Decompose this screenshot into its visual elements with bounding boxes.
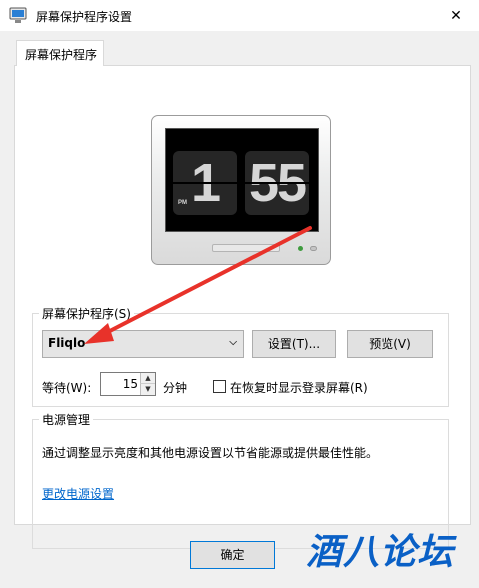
window-title: 屏幕保护程序设置 [36,10,133,24]
change-power-settings-link[interactable]: 更改电源设置 [42,485,114,502]
flip-card-hour: 1 PM [173,151,237,215]
close-button[interactable]: ✕ [433,0,479,31]
wait-minutes-stepper[interactable]: 15 ▲ ▼ [100,372,156,396]
watermark-logo: 酒八论坛 [306,532,455,573]
preview-screen: 1 PM 55 [165,128,319,232]
minutes-unit-label: 分钟 [163,381,188,395]
screensaver-group-label: 屏幕保护程序(S) [39,305,134,322]
resume-logon-checkbox[interactable] [213,380,226,393]
ampm-label: PM [178,200,187,206]
preview-button[interactable]: 预览(V) [347,330,433,358]
spin-down-icon[interactable]: ▼ [140,384,155,395]
settings-button[interactable]: 设置(T)... [252,330,336,358]
tab-panel: 1 PM 55 屏幕保护程序(S) Fliqlo ⌵ 设置(T)... 预览(V… [14,65,471,549]
tab-screensaver[interactable]: 屏幕保护程序 [16,40,104,66]
resume-logon-label[interactable]: 在恢复时显示登录屏幕(R) [230,379,368,396]
wait-label: 等待(W): [42,381,92,395]
screensaver-selected-value: Fliqlo [48,336,86,350]
ok-button[interactable]: 确定 [190,541,275,569]
screensaver-select[interactable]: Fliqlo ⌵ [42,330,244,358]
monitor-button-icon [310,246,317,251]
power-description: 通过调整显示亮度和其他电源设置以节省能源或提供最佳性能。 [42,446,379,460]
minute-digit: 55 [248,153,307,213]
power-group-label: 电源管理 [39,411,94,428]
title-bar: 屏幕保护程序设置 ✕ [0,0,479,31]
tab-label: 屏幕保护程序 [25,48,98,62]
monitor-preview: 1 PM 55 [151,115,331,265]
chevron-down-icon: ⌵ [229,337,237,348]
monitor-slot [212,244,280,252]
screensaver-app-icon [9,7,27,23]
spin-up-icon[interactable]: ▲ [140,373,155,384]
close-icon: ✕ [450,7,462,24]
dialog-client: 屏幕保护程序 1 PM 55 屏幕保护程序(S) Fliqlo ⌵ 设置(T).… [0,31,479,588]
wait-minutes-value: 15 [122,377,138,391]
flip-card-minute: 55 [245,151,309,215]
power-led-icon [298,246,303,251]
